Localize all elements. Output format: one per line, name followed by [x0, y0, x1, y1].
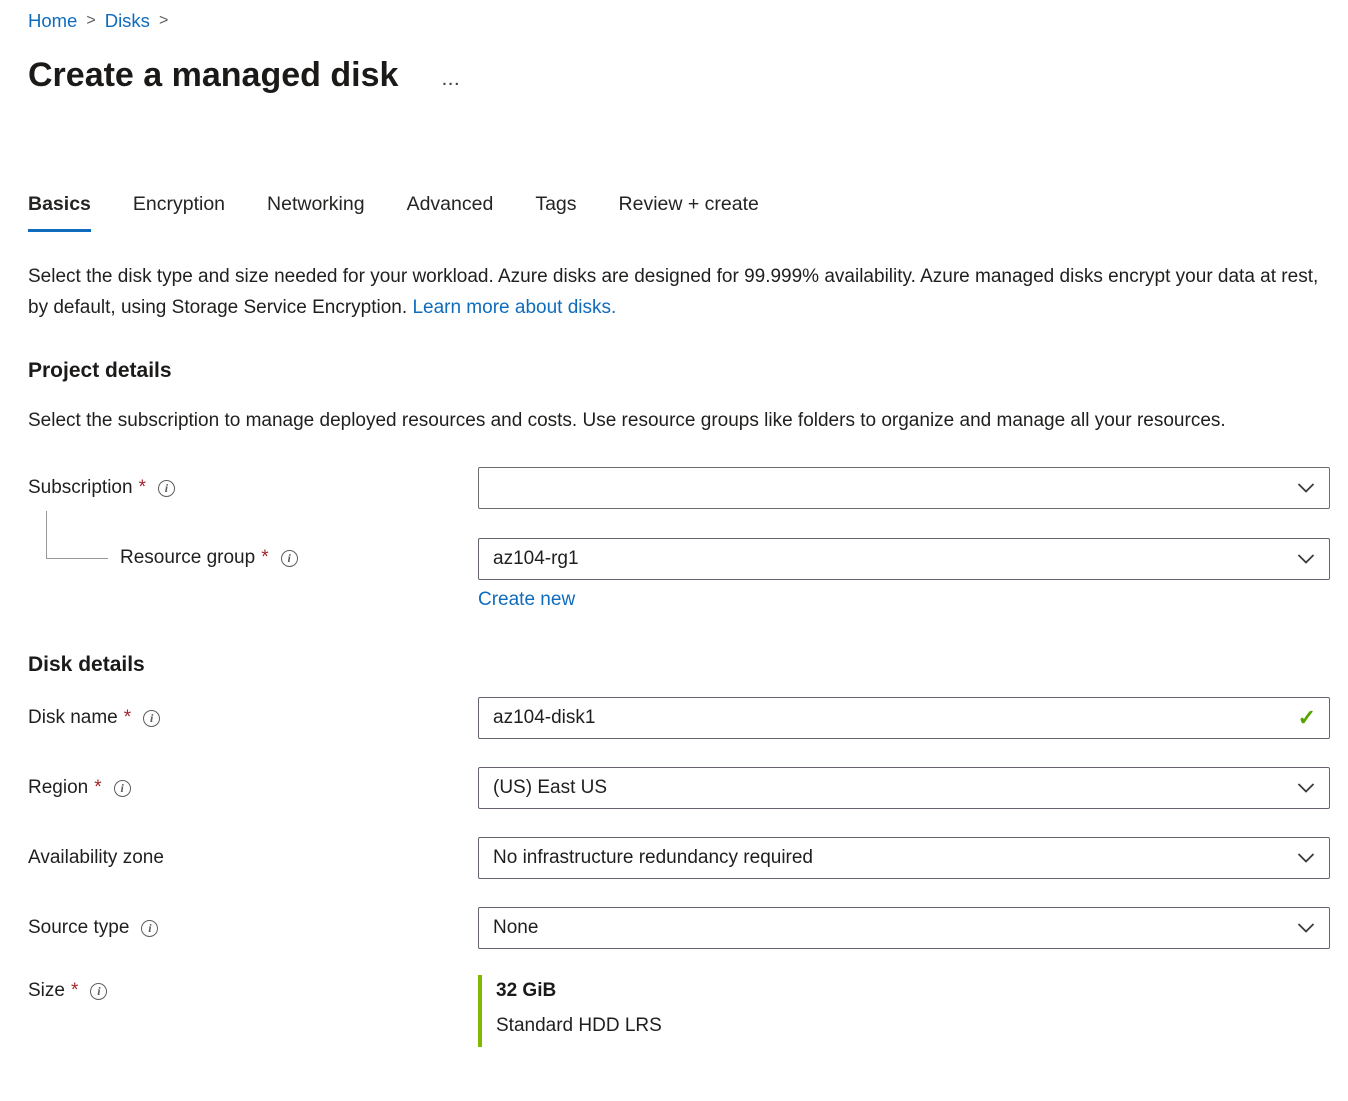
subscription-label-text: Subscription — [28, 477, 133, 499]
disk-name-label-text: Disk name — [28, 707, 118, 729]
more-options-button[interactable]: ... — [442, 72, 461, 89]
tab-basics[interactable]: Basics — [28, 193, 91, 232]
info-icon[interactable]: i — [281, 550, 298, 567]
required-marker: * — [139, 477, 146, 499]
chevron-down-icon — [1297, 782, 1315, 794]
source-type-label-text: Source type — [28, 917, 129, 939]
resource-group-value: az104-rg1 — [493, 548, 579, 570]
tab-tags[interactable]: Tags — [535, 193, 576, 232]
disk-name-input[interactable] — [478, 697, 1330, 739]
availability-zone-label-text: Availability zone — [28, 847, 164, 869]
availability-zone-dropdown[interactable]: No infrastructure redundancy required — [478, 837, 1330, 879]
region-label: Region * i — [28, 777, 478, 799]
availability-zone-value: No infrastructure redundancy required — [493, 847, 813, 869]
size-row: Size * i 32 GiB Standard HDD LRS — [28, 975, 1330, 1047]
page-title: Create a managed disk — [28, 56, 398, 95]
region-dropdown[interactable]: (US) East US — [478, 767, 1330, 809]
size-label-text: Size — [28, 980, 65, 1002]
resource-group-label-text: Resource group — [120, 547, 255, 569]
source-type-row: Source type i None — [28, 907, 1330, 949]
title-row: Create a managed disk ... — [28, 56, 1330, 95]
intro-body: Select the disk type and size needed for… — [28, 266, 1318, 318]
create-new-resource-group-link[interactable]: Create new — [478, 589, 575, 611]
required-marker: * — [261, 547, 268, 569]
tab-review-create[interactable]: Review + create — [619, 193, 759, 232]
required-marker: * — [124, 707, 131, 729]
resource-group-row: Resource group * i az104-rg1 Create new — [28, 538, 1330, 611]
source-type-value: None — [493, 917, 538, 939]
info-icon[interactable]: i — [141, 920, 158, 937]
availability-zone-row: Availability zone No infrastructure redu… — [28, 837, 1330, 879]
project-details-heading: Project details — [28, 359, 1330, 383]
chevron-down-icon — [1297, 553, 1315, 565]
subscription-row: Subscription * i — [28, 467, 1330, 509]
subscription-label: Subscription * i — [28, 477, 478, 499]
info-icon[interactable]: i — [158, 480, 175, 497]
chevron-down-icon — [1297, 852, 1315, 864]
availability-zone-label: Availability zone — [28, 847, 478, 869]
create-managed-disk-page: Home > Disks > Create a managed disk ...… — [0, 0, 1348, 1047]
chevron-down-icon — [1297, 482, 1315, 494]
size-summary: 32 GiB Standard HDD LRS — [478, 975, 1330, 1047]
tab-encryption[interactable]: Encryption — [133, 193, 225, 232]
subscription-dropdown[interactable] — [478, 467, 1330, 509]
info-icon[interactable]: i — [114, 780, 131, 797]
source-type-label: Source type i — [28, 917, 478, 939]
tab-networking[interactable]: Networking — [267, 193, 365, 232]
connector-line — [46, 511, 108, 559]
size-label: Size * i — [28, 980, 478, 1002]
size-sku: Standard HDD LRS — [496, 1011, 1330, 1041]
disk-name-row: Disk name * i ✓ — [28, 697, 1330, 739]
tab-advanced[interactable]: Advanced — [407, 193, 494, 232]
breadcrumb: Home > Disks > — [28, 10, 1330, 32]
breadcrumb-separator: > — [86, 12, 95, 30]
project-details-description: Select the subscription to manage deploy… — [28, 405, 1310, 436]
required-marker: * — [94, 777, 101, 799]
learn-more-link[interactable]: Learn more about disks. — [412, 297, 616, 318]
size-value: 32 GiB — [496, 977, 1330, 1005]
breadcrumb-home[interactable]: Home — [28, 10, 77, 32]
breadcrumb-disks[interactable]: Disks — [105, 10, 150, 32]
disk-details-heading: Disk details — [28, 653, 1330, 677]
breadcrumb-separator: > — [159, 12, 168, 30]
info-icon[interactable]: i — [143, 710, 160, 727]
info-icon[interactable]: i — [90, 983, 107, 1000]
region-row: Region * i (US) East US — [28, 767, 1330, 809]
resource-group-dropdown[interactable]: az104-rg1 — [478, 538, 1330, 580]
required-marker: * — [71, 980, 78, 1002]
intro-text: Select the disk type and size needed for… — [28, 261, 1324, 323]
chevron-down-icon — [1297, 922, 1315, 934]
tab-bar: Basics Encryption Networking Advanced Ta… — [28, 193, 1330, 232]
region-value: (US) East US — [493, 777, 607, 799]
source-type-dropdown[interactable]: None — [478, 907, 1330, 949]
region-label-text: Region — [28, 777, 88, 799]
disk-name-label: Disk name * i — [28, 707, 478, 729]
